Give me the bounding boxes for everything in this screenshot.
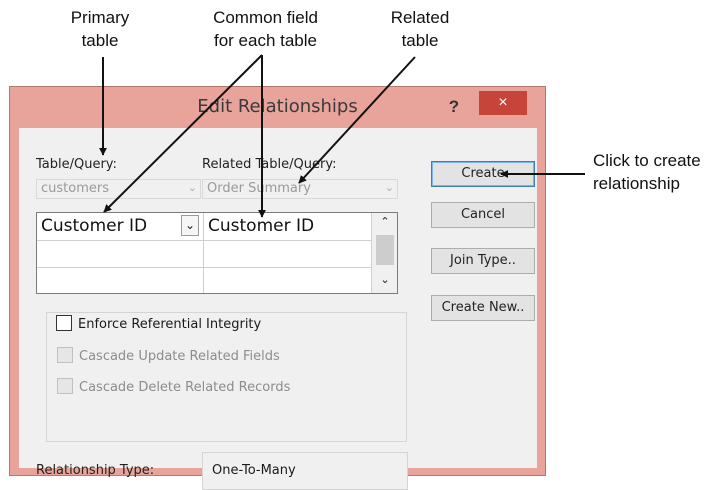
primary-field-cell[interactable]: Customer ID	[41, 216, 147, 236]
edit-relationships-dialog: Edit Relationships ? × Table/Query: Rela…	[9, 86, 546, 490]
grid-column-divider	[203, 213, 204, 293]
cascade-delete-checkbox	[57, 378, 73, 394]
callout-primary-table: Primary table	[50, 6, 150, 52]
create-new-button[interactable]: Create New..	[431, 295, 535, 321]
enforce-integrity-option[interactable]: Enforce Referential Integrity	[56, 315, 266, 332]
chevron-down-icon[interactable]: ⌄	[372, 273, 398, 291]
close-button[interactable]: ×	[479, 91, 527, 115]
grid-row-divider	[37, 240, 371, 241]
cascade-update-checkbox	[57, 347, 73, 363]
cascade-delete-option: Cascade Delete Related Records	[57, 378, 290, 395]
related-table-query-value: Order Summary	[207, 181, 311, 196]
callout-common-line-1: Common field	[213, 8, 318, 27]
grid-scrollbar[interactable]: ⌃ ⌄	[371, 213, 397, 293]
grid-row-divider	[37, 267, 371, 268]
chevron-down-icon[interactable]: ⌄	[181, 215, 199, 236]
callout-common-line-2: for each table	[213, 31, 317, 50]
related-field-cell[interactable]: Customer ID	[208, 216, 314, 236]
chevron-down-icon: ⌄	[384, 181, 394, 194]
scroll-thumb[interactable]	[376, 235, 394, 265]
relationship-type-label: Relationship Type:	[36, 463, 155, 478]
callout-create-line-1: Click to create	[593, 151, 701, 170]
related-table-query-select[interactable]: Order Summary ⌄	[202, 179, 398, 199]
create-button[interactable]: Create	[431, 161, 535, 187]
callout-related-line-1: Related	[390, 8, 450, 27]
relationship-type-value: One-To-Many	[202, 452, 408, 490]
callout-click-create: Click to create relationship	[593, 149, 715, 195]
callout-related-table: Related table	[370, 6, 470, 52]
cancel-button[interactable]: Cancel	[431, 202, 535, 228]
cascade-update-option: Cascade Update Related Fields	[57, 347, 280, 364]
chevron-up-icon[interactable]: ⌃	[372, 215, 398, 233]
callout-primary-line-1: Primary	[70, 8, 130, 27]
enforce-integrity-label: Enforce Referential Integrity	[78, 317, 262, 332]
enforce-integrity-checkbox[interactable]	[56, 315, 72, 331]
title-bar[interactable]: Edit Relationships ? ×	[10, 87, 545, 127]
field-match-grid: Customer ID ⌄ Customer ID ⌃ ⌄	[36, 212, 398, 294]
relationship-type-text: One-To-Many	[212, 463, 296, 478]
table-query-label: Table/Query:	[36, 157, 117, 172]
callout-related-line-2: table	[401, 31, 439, 50]
chevron-down-icon: ⌄	[187, 181, 197, 194]
callout-primary-line-2: table	[81, 31, 119, 50]
related-table-query-label: Related Table/Query:	[202, 157, 337, 172]
table-query-value: customers	[41, 181, 109, 196]
help-icon[interactable]: ?	[442, 95, 466, 119]
table-query-select[interactable]: customers ⌄	[36, 179, 201, 199]
cascade-update-label: Cascade Update Related Fields	[79, 349, 280, 364]
join-type-button[interactable]: Join Type..	[431, 248, 535, 274]
callout-create-line-2: relationship	[593, 174, 680, 193]
dialog-body: Table/Query: Related Table/Query: custom…	[19, 128, 537, 490]
callout-common-field: Common field for each table	[193, 6, 338, 52]
cascade-delete-label: Cascade Delete Related Records	[79, 380, 291, 395]
close-icon: ×	[498, 94, 508, 111]
